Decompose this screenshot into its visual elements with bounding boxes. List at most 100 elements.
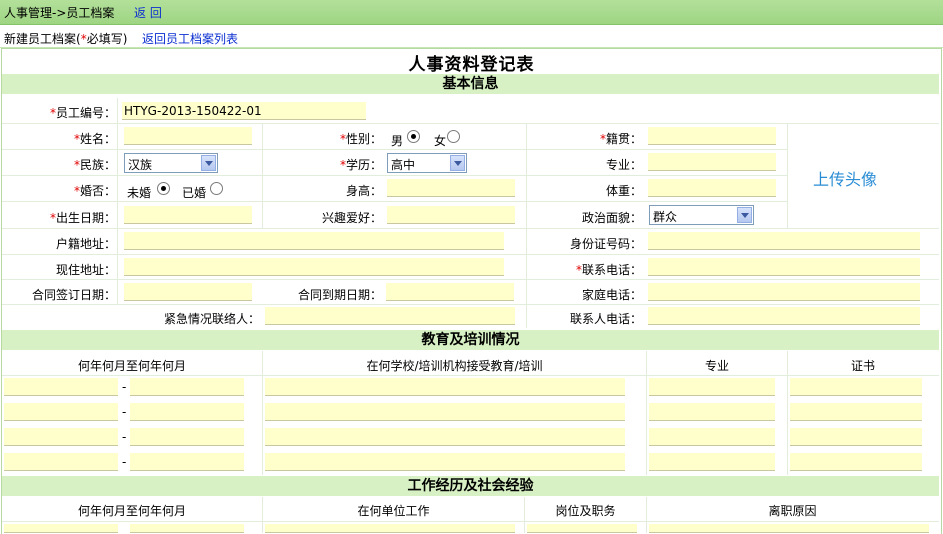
ethnic-select[interactable]: 汉族 [124,153,218,173]
birth-label: *出生日期： [49,211,116,225]
home-phone-field[interactable] [648,283,920,301]
edu-major-field[interactable] [649,378,775,396]
chevron-down-icon [450,155,465,171]
col-divider [526,124,527,328]
name-label: *姓名： [73,132,116,146]
row-divider [2,123,939,124]
weight-field[interactable] [648,179,776,197]
employee-no-label: *员工编号： [49,106,116,120]
edu-cert-field[interactable] [790,403,922,421]
emergency-contact-field[interactable] [265,307,515,325]
back-link[interactable]: 返 回 [134,4,162,21]
id-number-field[interactable] [648,232,920,250]
height-field[interactable] [387,179,515,197]
current-address-field[interactable] [124,258,504,276]
edu-end-field[interactable] [130,378,244,396]
employee-no-field[interactable]: HTYG-2013-150422-01 [122,102,366,120]
upload-avatar-link[interactable]: 上传头像 [813,166,877,190]
marital-no-label: 未婚 [127,186,152,200]
education-label: *学历： [339,158,382,172]
marital-label: *婚否： [73,184,116,198]
phone-field[interactable] [648,258,920,276]
section-header-basic: 基本信息 [2,74,939,94]
row-divider [2,521,939,522]
native-label: *籍贯： [599,132,642,146]
height-label: 身高： [345,184,382,198]
name-field[interactable] [124,127,252,145]
current-address-label: 现住地址： [55,263,116,277]
row-divider [2,149,787,150]
work-position-field[interactable] [527,524,637,533]
row-divider [2,304,939,305]
edu-start-field[interactable] [4,403,118,421]
col-divider [787,124,788,229]
top-bar: 人事管理->员工档案 返 回 [0,0,943,25]
edu-end-field[interactable] [130,403,244,421]
edu-end-field[interactable] [130,453,244,471]
marital-yes-label: 已婚 [182,186,207,200]
political-select[interactable]: 群众 [649,205,754,225]
edu-end-field[interactable] [130,428,244,446]
dash-separator: - [122,430,127,444]
gender-male-radio[interactable] [407,130,420,143]
emergency-contact-label: 紧急情况联络人： [163,312,260,326]
hobby-label: 兴趣爱好： [321,211,382,225]
edu-major-field[interactable] [649,453,775,471]
edu-col-major: 专业 [704,359,729,373]
home-phone-label: 家庭电话： [581,288,642,302]
major-label: 专业： [605,158,642,172]
contract-sign-label: 合同签订日期： [31,288,116,302]
phone-label: *联系电话： [575,263,642,277]
edu-cert-field[interactable] [790,453,922,471]
edu-start-field[interactable] [4,428,118,446]
edu-major-field[interactable] [649,403,775,421]
edu-cert-field[interactable] [790,378,922,396]
chevron-down-icon [201,155,216,171]
native-place-field[interactable] [648,127,776,145]
row-divider [2,175,787,176]
work-reason-field[interactable] [649,524,929,533]
work-col-company: 在何单位工作 [357,504,430,518]
work-start-field[interactable] [4,524,118,533]
row-divider [2,375,939,376]
edu-col-school: 在何学校/培训机构接受教育/培训 [366,359,543,373]
edu-school-field[interactable] [265,378,625,396]
row-divider [2,279,939,280]
form-title: 人事资料登记表 [408,55,535,75]
work-company-field[interactable] [265,524,515,533]
dash-separator: - [122,405,127,419]
contract-sign-date-field[interactable] [124,283,252,301]
contact-phone-label: 联系人电话： [569,312,642,326]
contact-phone-field[interactable] [648,307,920,325]
birth-date-field[interactable] [124,206,252,224]
work-end-field[interactable] [130,524,244,533]
edu-major-field[interactable] [649,428,775,446]
hobby-field[interactable] [387,206,515,224]
row-divider [2,201,787,202]
edu-cert-field[interactable] [790,428,922,446]
back-to-list-link[interactable]: 返回员工档案列表 [142,30,238,47]
edu-start-field[interactable] [4,453,118,471]
row-divider [2,228,939,229]
edu-col-cert: 证书 [850,359,875,373]
major-field[interactable] [648,153,776,171]
marital-yes-radio[interactable] [210,182,223,195]
work-col-position: 岗位及职务 [555,504,616,518]
id-number-label: 身份证号码： [569,237,642,251]
edu-start-field[interactable] [4,378,118,396]
marital-no-radio[interactable] [157,182,170,195]
edu-school-field[interactable] [265,403,625,421]
gender-female-radio[interactable] [447,130,460,143]
edu-school-field[interactable] [265,428,625,446]
work-col-period: 何年何月至何年何月 [77,504,186,518]
hukou-address-field[interactable] [124,232,504,250]
dash-separator: - [122,455,127,469]
ethnic-label: *民族： [73,158,116,172]
edu-school-field[interactable] [265,453,625,471]
contract-end-date-field[interactable] [386,283,514,301]
edu-col-period: 何年何月至何年何月 [77,359,186,373]
education-select[interactable]: 高中 [387,153,467,173]
dash-separator: - [122,380,127,394]
weight-label: 体重： [605,184,642,198]
sub-bar: 新建员工档案(*必填写) 返回员工档案列表 [0,25,943,48]
